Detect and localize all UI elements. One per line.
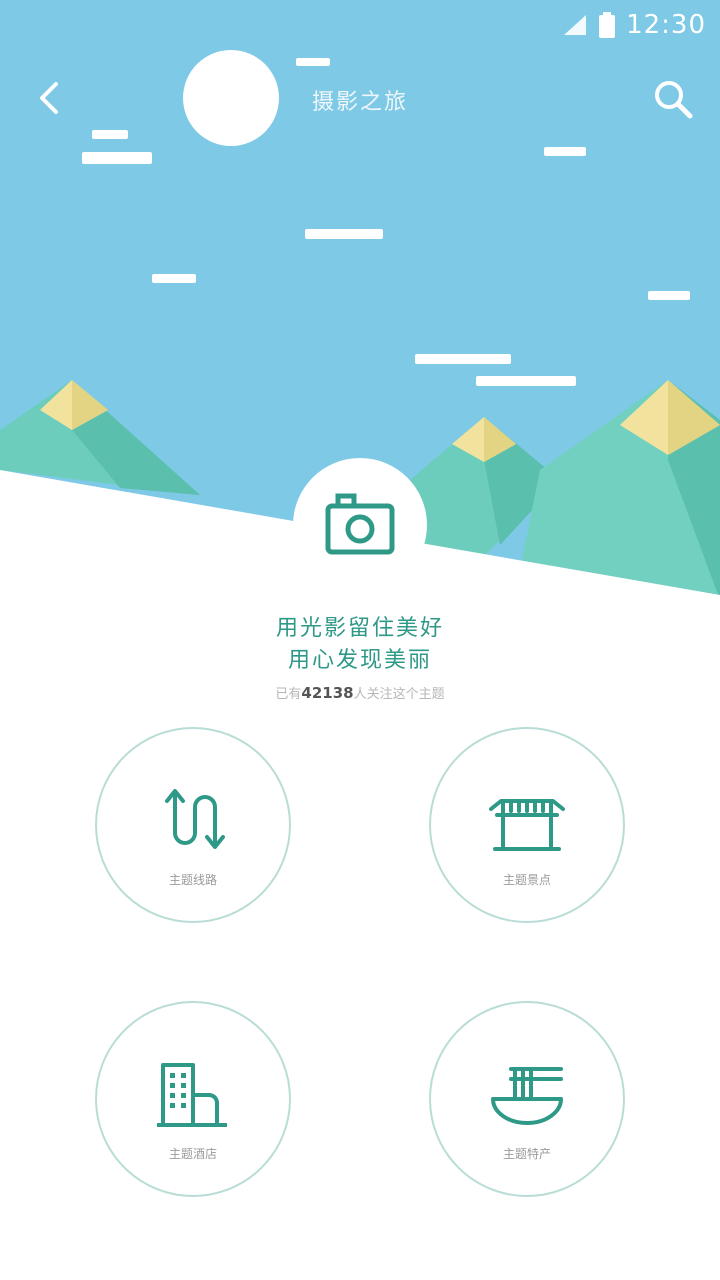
menu-item-landmark[interactable]: 主题景点 <box>429 727 625 923</box>
slogan-line-1: 用光影留住美好 <box>275 616 444 641</box>
noodle-bowl-icon <box>491 1067 563 1125</box>
menu-item-route[interactable]: 主题线路 <box>95 727 291 923</box>
camera-badge[interactable] <box>293 458 427 592</box>
camera-icon <box>325 493 395 555</box>
follower-count: 已有42138人关注这个主题 <box>0 683 720 702</box>
menu-label-route: 主题线路 <box>168 873 217 887</box>
status-bar: 12:30 <box>562 0 706 50</box>
search-icon[interactable] <box>650 76 696 122</box>
menu-label-specialty: 主题特产 <box>502 1147 551 1161</box>
menu-item-hotel[interactable]: 主题酒店 <box>95 1001 291 1197</box>
slogan-line-2: 用心发现美丽 <box>287 648 432 673</box>
stat-prefix: 已有 <box>275 687 302 702</box>
menu-label-hotel: 主题酒店 <box>168 1147 217 1161</box>
signal-icon <box>564 15 587 35</box>
stat-count: 42138 <box>301 684 354 702</box>
landmark-icon <box>489 799 565 851</box>
menu-item-specialty[interactable]: 主题特产 <box>429 1001 625 1197</box>
status-time: 12:30 <box>626 10 706 40</box>
sun <box>183 50 279 146</box>
back-icon[interactable] <box>28 76 72 120</box>
battery-icon <box>599 12 616 38</box>
page-title: 摄影之旅 <box>312 90 409 115</box>
route-icon <box>165 789 225 849</box>
hotel-icon <box>157 1063 227 1127</box>
menu-label-landmark: 主题景点 <box>502 873 551 887</box>
stat-suffix: 人关注这个主题 <box>353 687 445 702</box>
